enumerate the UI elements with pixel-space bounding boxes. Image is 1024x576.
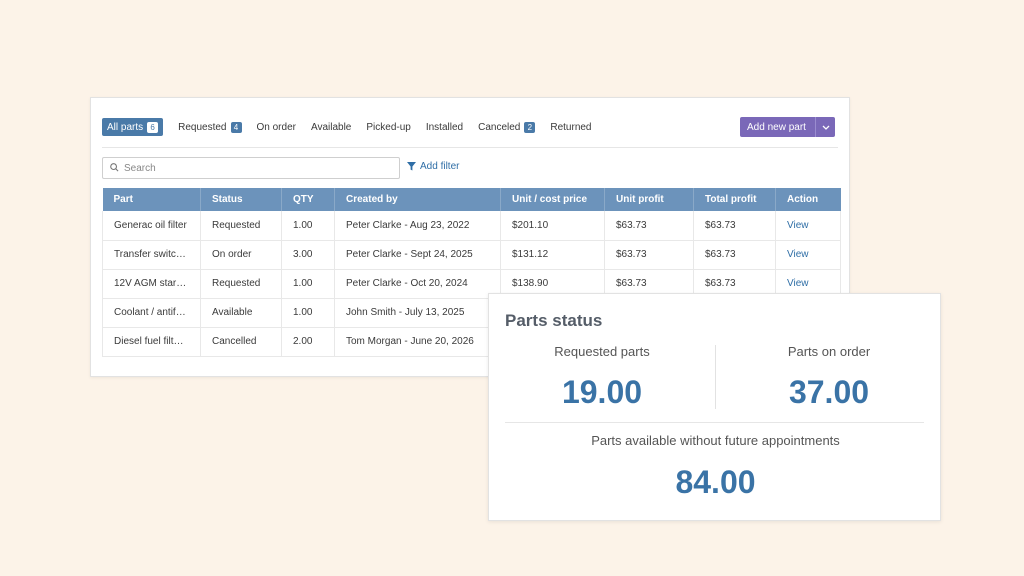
status-tabs: All parts 6 Requested 4 On order Availab… [102, 118, 607, 136]
cell-unit-cost: $201.10 [500, 211, 605, 241]
view-link[interactable]: View [775, 240, 841, 270]
cell-part: Diesel fuel filte… [102, 327, 201, 357]
parts-available-label: Parts available without future appointme… [591, 433, 840, 448]
chevron-down-icon[interactable] [815, 117, 835, 137]
tab-label: Canceled [478, 121, 521, 133]
tab-label: Installed [425, 121, 464, 133]
column-header-status[interactable]: Status [200, 188, 282, 211]
filter-icon [407, 162, 416, 171]
add-filter-button[interactable]: Add filter [407, 161, 459, 172]
divider [102, 147, 838, 148]
add-new-part-label: Add new part [747, 121, 806, 133]
cell-qty: 1.00 [281, 298, 335, 328]
tab-label: Returned [550, 121, 592, 133]
cell-unit-profit: $63.73 [604, 240, 694, 270]
tab-installed[interactable]: Installed [426, 118, 463, 136]
search-input[interactable] [124, 162, 384, 174]
cell-qty: 1.00 [281, 211, 335, 241]
cell-status: Cancelled [200, 327, 282, 357]
cell-part: 12V AGM starti… [102, 269, 201, 299]
cell-part: Transfer switc… [102, 240, 201, 270]
tab-returned[interactable]: Returned [550, 118, 591, 136]
cell-qty: 3.00 [281, 240, 335, 270]
tab-canceled[interactable]: Canceled 2 [478, 118, 536, 136]
cell-created-by: Peter Clarke - Aug 23, 2022 [334, 211, 501, 241]
table-row[interactable]: Generac oil filter Requested 1.00 Peter … [102, 211, 841, 241]
table-header-row: Part Status QTY Created by Unit / cost p… [102, 188, 841, 211]
cell-status: On order [200, 240, 282, 270]
cell-total-profit: $63.73 [693, 240, 776, 270]
search-field[interactable] [102, 157, 400, 179]
tab-label: Picked-up [366, 121, 411, 133]
cell-created-by: Peter Clarke - Oct 20, 2024 [334, 269, 501, 299]
cell-unit-cost: $131.12 [500, 240, 605, 270]
column-header-action: Action [775, 188, 841, 211]
search-icon [110, 159, 119, 177]
tab-requested[interactable]: Requested 4 [178, 118, 242, 136]
table-row[interactable]: Transfer switc… On order 3.00 Peter Clar… [102, 240, 841, 270]
cell-status: Requested [200, 269, 282, 299]
tab-on-order[interactable]: On order [257, 118, 296, 136]
tab-label: Available [310, 121, 352, 133]
horizontal-divider [505, 422, 924, 423]
cell-status: Requested [200, 211, 282, 241]
column-header-qty[interactable]: QTY [281, 188, 335, 211]
cell-created-by: Tom Morgan - June 20, 2026 [334, 327, 501, 357]
parts-status-card: Parts status Requested parts 19.00 Parts… [488, 293, 941, 521]
parts-on-order-label: Parts on order [787, 344, 871, 359]
column-header-unit-cost[interactable]: Unit / cost price [500, 188, 605, 211]
requested-parts-value: 19.00 [561, 374, 643, 410]
cell-part: Generac oil filter [102, 211, 201, 241]
cell-qty: 1.00 [281, 269, 335, 299]
view-link[interactable]: View [775, 211, 841, 241]
tab-available[interactable]: Available [311, 118, 351, 136]
cell-status: Available [200, 298, 282, 328]
parts-on-order-value: 37.00 [788, 374, 870, 410]
tab-label: All parts [107, 121, 144, 133]
cell-created-by: Peter Clarke - Sept 24, 2025 [334, 240, 501, 270]
add-filter-label: Add filter [420, 161, 460, 172]
add-new-part-button[interactable]: Add new part [740, 117, 835, 137]
parts-available-value: 84.00 [675, 464, 756, 500]
tab-picked-up[interactable]: Picked-up [366, 118, 410, 136]
column-header-part[interactable]: Part [102, 188, 201, 211]
tab-count-badge: 6 [147, 121, 159, 133]
tab-all-parts[interactable]: All parts 6 [102, 118, 164, 136]
cell-total-profit: $63.73 [693, 211, 776, 241]
cell-created-by: John Smith - July 13, 2025 [334, 298, 501, 328]
cell-part: Coolant / antifr… [102, 298, 201, 328]
column-header-created-by[interactable]: Created by [334, 188, 501, 211]
column-header-unit-profit[interactable]: Unit profit [604, 188, 694, 211]
tab-count-badge: 4 [230, 121, 242, 133]
column-header-total-profit[interactable]: Total profit [693, 188, 776, 211]
requested-parts-label: Requested parts [554, 344, 650, 359]
parts-status-title: Parts status [505, 311, 603, 330]
cell-unit-profit: $63.73 [604, 211, 694, 241]
cell-qty: 2.00 [281, 327, 335, 357]
tab-label: On order [256, 121, 296, 133]
tab-count-badge: 2 [524, 121, 536, 133]
tab-label: Requested [178, 121, 227, 133]
